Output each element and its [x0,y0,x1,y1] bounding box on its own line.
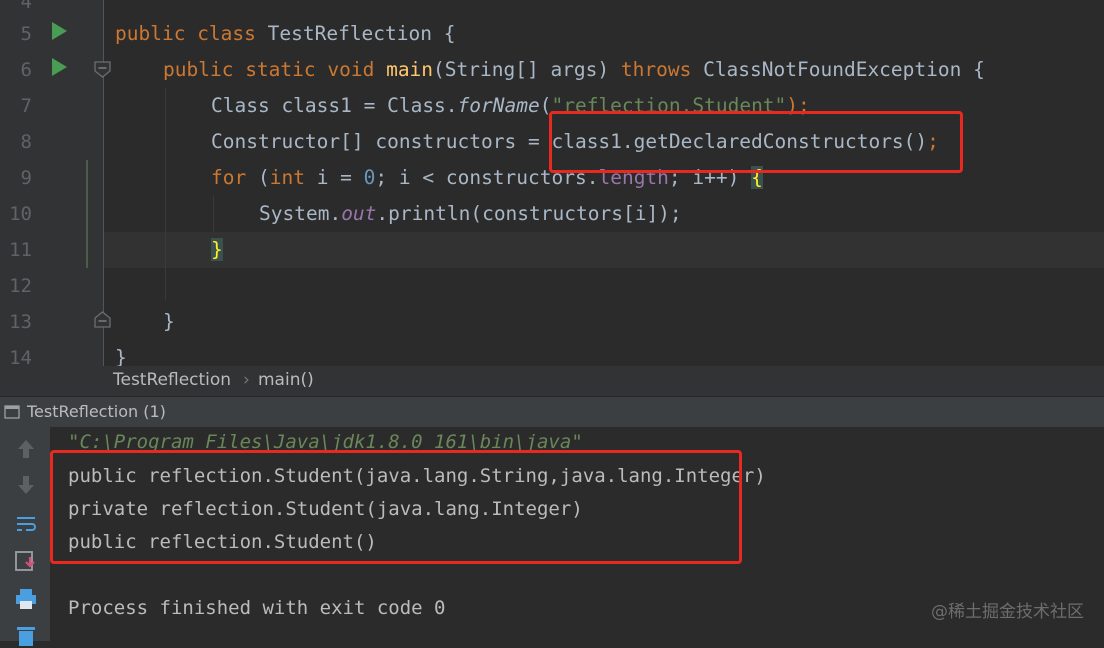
code-text: } [163,310,175,333]
code-text: ClassNotFoundException { [703,58,985,81]
matched-brace: } [211,238,223,261]
highlight-box [549,111,963,173]
code-text: System. [259,202,342,225]
code-line-6: public static void main(String[] args) t… [163,52,985,88]
code-line-13: } [163,304,175,340]
breadcrumb-class[interactable]: TestReflection [113,370,231,390]
fold-end-icon[interactable] [94,311,111,328]
code-text: { [432,22,456,45]
code-text: Class class1 = Class. [211,94,458,117]
class-name: TestReflection [267,22,433,45]
code-editor[interactable]: 4 5 6 7 8 9 10 11 12 13 14 public class … [0,0,1104,366]
line-number: 11 [9,239,32,261]
trash-icon[interactable] [14,624,38,648]
process-exit-message: Process finished with exit code 0 [68,597,446,619]
arrow-down-icon[interactable] [14,473,38,497]
line-number: 7 [20,95,32,117]
keyword: class [197,22,268,45]
line-number: 5 [20,23,32,45]
code-text: (String[] args) [433,58,621,81]
code-text: i = [316,166,364,189]
code-text: } [115,346,127,366]
run-panel-header: TestReflection (1) [0,396,1104,427]
method-name: main [386,58,434,81]
vcs-change-marker [86,160,88,268]
line-number: 9 [20,167,32,189]
keyword: static [245,58,328,81]
line-number: 12 [9,275,32,297]
highlight-box [50,450,742,564]
line-number: 13 [9,311,32,333]
code-text: ( [257,166,270,189]
run-config-icon [4,405,20,419]
indent-guide [213,196,214,232]
arrow-up-icon[interactable] [14,437,38,461]
print-icon[interactable] [14,587,38,611]
line-number: 10 [9,203,32,225]
breadcrumb-method[interactable]: main() [258,370,314,390]
keyword: public [115,22,198,45]
run-tab-title[interactable]: TestReflection (1) [27,402,166,421]
run-toolbar [0,427,50,646]
keyword: for [211,166,258,189]
scroll-to-end-icon[interactable] [14,549,38,573]
keyword: void [327,58,387,81]
fold-collapse-icon[interactable] [94,61,111,78]
code-text: Constructor[] constructors = [211,130,552,153]
keyword: int [269,166,317,189]
current-line-highlight [104,232,1104,268]
breadcrumb: TestReflection › main() [0,366,1104,396]
line-number: 6 [20,59,32,81]
field-name: out [341,202,377,225]
run-class-icon[interactable] [52,22,67,40]
keyword: throws [620,58,704,81]
indent-guide [165,88,166,300]
code-line-10: System.out.println(constructors[i]); [259,196,682,232]
watermark: @稀土掘金技术社区 [931,602,1084,622]
code-line-5: public class TestReflection { [115,16,456,52]
code-line-14: } [115,340,127,366]
keyword: public [163,58,246,81]
run-main-icon[interactable] [52,58,67,76]
static-call: forName [457,94,540,117]
soft-wrap-icon[interactable] [14,512,38,536]
code-line-11: } [211,232,223,268]
code-text: .println(constructors[i]); [376,202,682,225]
line-number: 8 [20,131,32,153]
line-number: 14 [9,347,32,366]
breadcrumb-separator: › [243,370,250,390]
number-literal: 0 [363,166,376,189]
